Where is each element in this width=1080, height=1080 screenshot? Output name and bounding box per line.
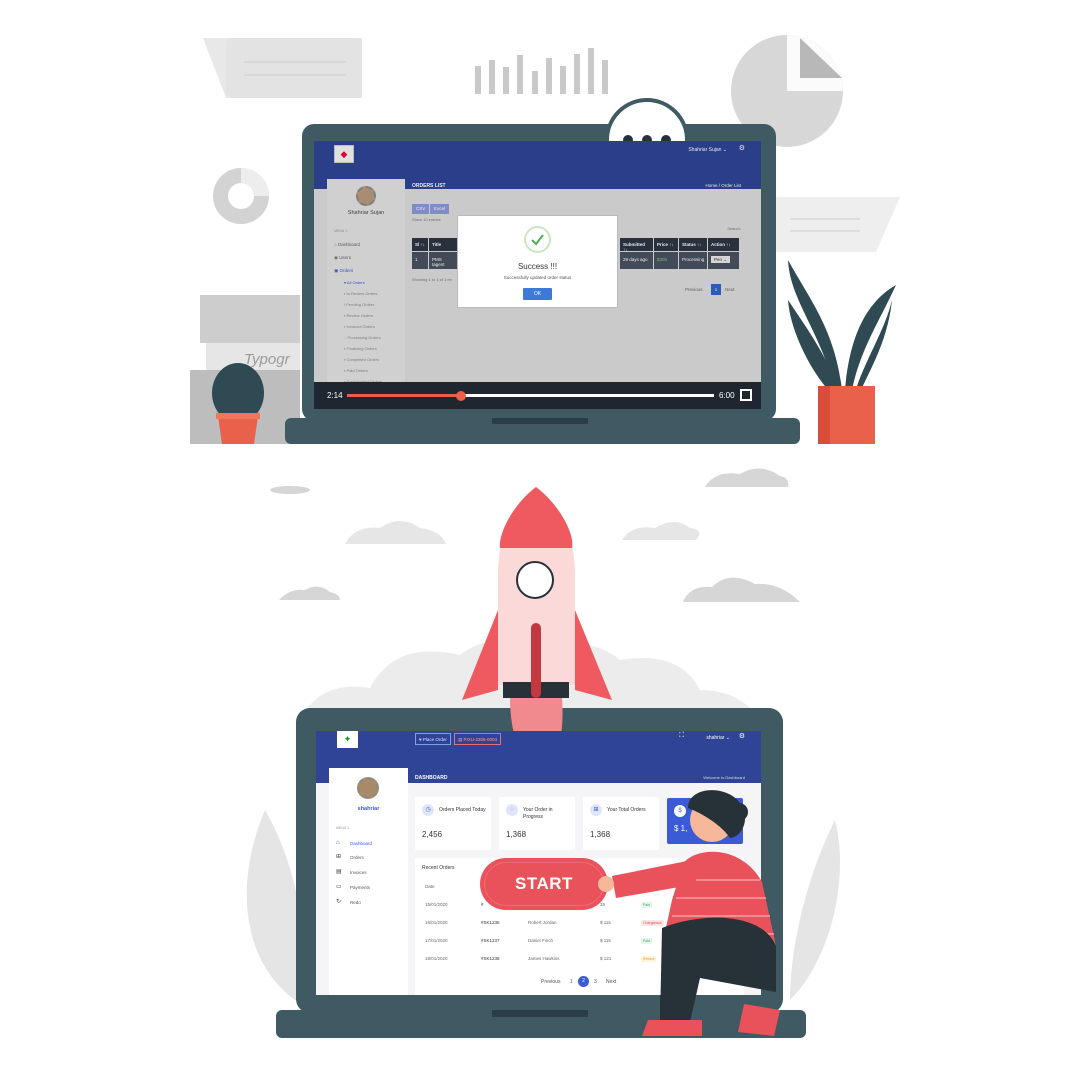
stat-label: Orders Placed Today [439,807,486,813]
clock-icon: ◷ [422,804,434,816]
pagination-page-active[interactable]: 2 [578,976,589,987]
stat-value: 2,456 [422,830,443,839]
menu-label: MENU 1 [336,826,350,830]
table-cell: 15/01/2020 [425,902,448,907]
stat-value: 1,368 [590,830,611,839]
sidebar-item-dashboard[interactable]: Dashboard [350,841,372,846]
table-cell: $ 116 [600,938,611,943]
table-cell: $ 116 [600,920,611,925]
stat-card: $ $ 1, [667,798,743,844]
stat-card: ⊞ Your Total Orders 1,368 [583,797,659,850]
check-icon [524,226,551,253]
table-cell: 18/01/2020 [425,956,448,961]
start-button[interactable]: START [480,858,608,910]
pagination-previous[interactable]: Previous [541,979,560,985]
stat-value: 1,368 [506,830,527,839]
pagination-next[interactable]: Next [606,979,616,985]
seek-bar[interactable] [347,391,714,401]
stat-card: ◷ Orders Placed Today 2,456 [415,797,491,850]
place-order-button[interactable]: ♥ Place Order [415,733,451,745]
table-cell: Daniel Finch [528,938,554,943]
table-cell: 25 [600,902,606,907]
stat-label: Your Order in Progress [523,807,553,820]
table-cell: Robert Jordan [528,920,557,925]
seek-progress [347,394,461,397]
table-cell: # [481,902,484,907]
video-player-bar: 2:14 6:00 [314,382,761,409]
sidebar-item-redo[interactable]: Redo [350,900,361,905]
total-time: 6:00 [719,391,735,400]
sidebar-item-orders[interactable]: Orders [350,855,364,860]
sidebar-user-name: shahriar [357,806,380,812]
current-time: 2:14 [327,391,343,400]
progress-icon: ◌ [506,804,518,816]
money-icon: $ [674,805,686,817]
seek-handle[interactable] [455,391,466,401]
pagination-page[interactable]: 1 [570,979,573,985]
cart-icon: ⊞ [590,804,602,816]
app-logo[interactable]: ✦ [337,731,358,748]
gear-icon[interactable]: ⚙ [739,732,745,740]
modal-title: Success !!! [517,262,558,271]
sidebar-item-invoices[interactable]: Invoices [350,870,367,875]
column-header: Date [425,884,435,889]
svg-text:Typogr: Typogr [244,351,291,368]
invoice-icon: ▤ [336,869,342,875]
success-modal: Success !!! Successfully updated order s… [457,215,618,308]
avatar [357,777,379,799]
pagination-page[interactable]: 3 [594,979,597,985]
status-badge: Refund [641,956,657,962]
status-badge: Paid [641,902,653,908]
table-cell: #SK1236 [481,920,500,925]
home-icon: ⌂ [336,840,340,846]
order-id-button[interactable]: ▤ PIXU-2306-0003 [454,733,502,745]
table-cell: 17/01/2020 [425,938,448,943]
sidebar: shahriar MENU 1 ⌂ Dashboard ⊞ Orders ▤ I… [329,768,408,995]
redo-icon: ↻ [336,899,342,905]
panel-title: Recent Orders [422,865,455,871]
fullscreen-icon[interactable] [740,389,752,401]
stat-label: Your Total Orders [607,807,646,813]
fullscreen-icon[interactable]: ⛶ [679,732,684,740]
status-badge: Chargeback [641,920,664,926]
user-menu[interactable]: shahriar ⌄ [706,735,730,741]
page-title: DASHBOARD [415,775,448,781]
table-cell: James Hawkins [528,956,560,961]
ok-button[interactable]: OK [523,288,552,300]
payment-icon: ▭ [336,884,342,890]
table-cell: 16/01/2020 [425,920,448,925]
stat-value: $ 1, [674,824,688,833]
orders-admin-screen: ◆ Shahriar Sujan ⌄ ⚙ Shahriar Sujan MENU… [314,141,761,409]
table-cell: #SK1238 [481,956,500,961]
sidebar-item-payments[interactable]: Payments [350,885,370,890]
status-badge: Paid [641,938,653,944]
modal-message: Successfully updated order status [503,275,572,280]
cart-icon: ⊞ [336,854,342,860]
stat-card: ◌ Your Order in Progress 1,368 [499,797,575,850]
table-cell: $ 121 [600,956,612,961]
table-cell: #SK1237 [481,938,500,943]
welcome-text: Welcome to Dashboard [703,775,745,780]
